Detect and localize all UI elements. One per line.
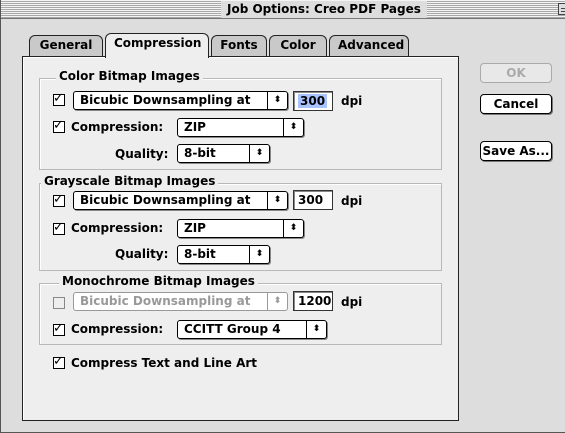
monochrome-resolution-field[interactable]: 1200 [293,291,333,311]
window-title: Job Options: Creo PDF Pages [221,1,427,18]
color-resolution-field[interactable]: 300 [293,91,333,111]
grayscale-quality-select[interactable]: 8-bit ⬍ [177,245,270,264]
tab-advanced[interactable]: Advanced [329,35,409,56]
grayscale-compression-select[interactable]: ZIP ⬍ [177,219,304,238]
grayscale-downsample-method-select[interactable]: Bicubic Downsampling at ⬍ [73,191,288,210]
cancel-button[interactable]: Cancel [480,94,552,114]
popup-arrows-icon: ⬍ [306,321,326,338]
color-downsample-method-value: Bicubic Downsampling at [80,93,251,107]
grayscale-resolution-field[interactable]: 300 [293,190,333,210]
grayscale-compression-value: ZIP [184,221,206,235]
grayscale-compression-checkbox[interactable] [53,220,65,236]
popup-arrows-icon: ⬍ [267,92,287,109]
popup-arrows-icon: ⬍ [267,293,287,310]
color-quality-select[interactable]: 8-bit ⬍ [177,144,270,163]
color-compression-label: Compression: [71,120,164,134]
grayscale-quality-label: Quality: [115,247,169,261]
popup-arrows-icon: ⬍ [283,220,303,237]
monochrome-compression-value: CCITT Group 4 [184,322,281,336]
popup-arrows-icon: ⬍ [283,119,303,136]
monochrome-compression-label: Compression: [71,322,164,336]
color-compression-select[interactable]: ZIP ⬍ [177,118,304,137]
monochrome-bitmap-title: Monochrome Bitmap Images [59,274,258,288]
compress-text-label: Compress Text and Line Art [71,356,258,370]
tab-compression[interactable]: Compression [105,33,209,58]
monochrome-compression-checkbox[interactable] [53,321,65,337]
grayscale-resolution-unit: dpi [341,194,363,208]
color-compression-checkbox[interactable] [53,118,65,134]
grayscale-downsample-method-value: Bicubic Downsampling at [80,193,251,207]
compress-text-checkbox[interactable] [53,354,65,370]
grayscale-downsample-checkbox[interactable] [53,192,65,208]
collapse-box-icon[interactable] [558,3,565,15]
color-downsample-checkbox[interactable] [53,91,65,107]
tab-compression-label: Compression [114,36,202,50]
monochrome-downsample-checkbox[interactable] [53,297,65,309]
monochrome-compression-select[interactable]: CCITT Group 4 ⬍ [177,320,327,339]
popup-arrows-icon: ⬍ [249,145,269,162]
color-resolution-unit: dpi [341,94,363,108]
monochrome-downsample-method-value: Bicubic Downsampling at [80,294,251,308]
save-as-button[interactable]: Save As... [480,141,552,161]
popup-arrows-icon: ⬍ [267,192,287,209]
job-options-window: Job Options: Creo PDF Pages General Comp… [0,0,565,433]
tab-color-label: Color [280,38,316,52]
title-bar[interactable]: Job Options: Creo PDF Pages [1,0,565,19]
tab-color[interactable]: Color [269,35,327,56]
color-resolution-value: 300 [298,94,328,108]
tab-fonts[interactable]: Fonts [211,35,267,56]
popup-arrows-icon: ⬍ [249,246,269,263]
monochrome-resolution-unit: dpi [341,295,363,309]
color-quality-value: 8-bit [184,146,216,160]
monochrome-downsample-method-select[interactable]: Bicubic Downsampling at ⬍ [73,292,288,311]
tab-advanced-label: Advanced [338,38,405,52]
color-bitmap-title: Color Bitmap Images [56,69,203,83]
grayscale-bitmap-title: Grayscale Bitmap Images [41,174,219,188]
tab-fonts-label: Fonts [220,38,258,52]
color-compression-value: ZIP [184,120,206,134]
color-quality-label: Quality: [115,147,169,161]
color-downsample-method-select[interactable]: Bicubic Downsampling at ⬍ [73,91,288,110]
monochrome-resolution-value: 1200 [298,294,332,308]
ok-button[interactable]: OK [480,63,552,83]
grayscale-compression-label: Compression: [71,221,164,235]
grayscale-resolution-value: 300 [298,193,324,207]
grayscale-quality-value: 8-bit [184,247,216,261]
tab-general-label: General [39,38,93,52]
tab-general[interactable]: General [29,35,103,56]
